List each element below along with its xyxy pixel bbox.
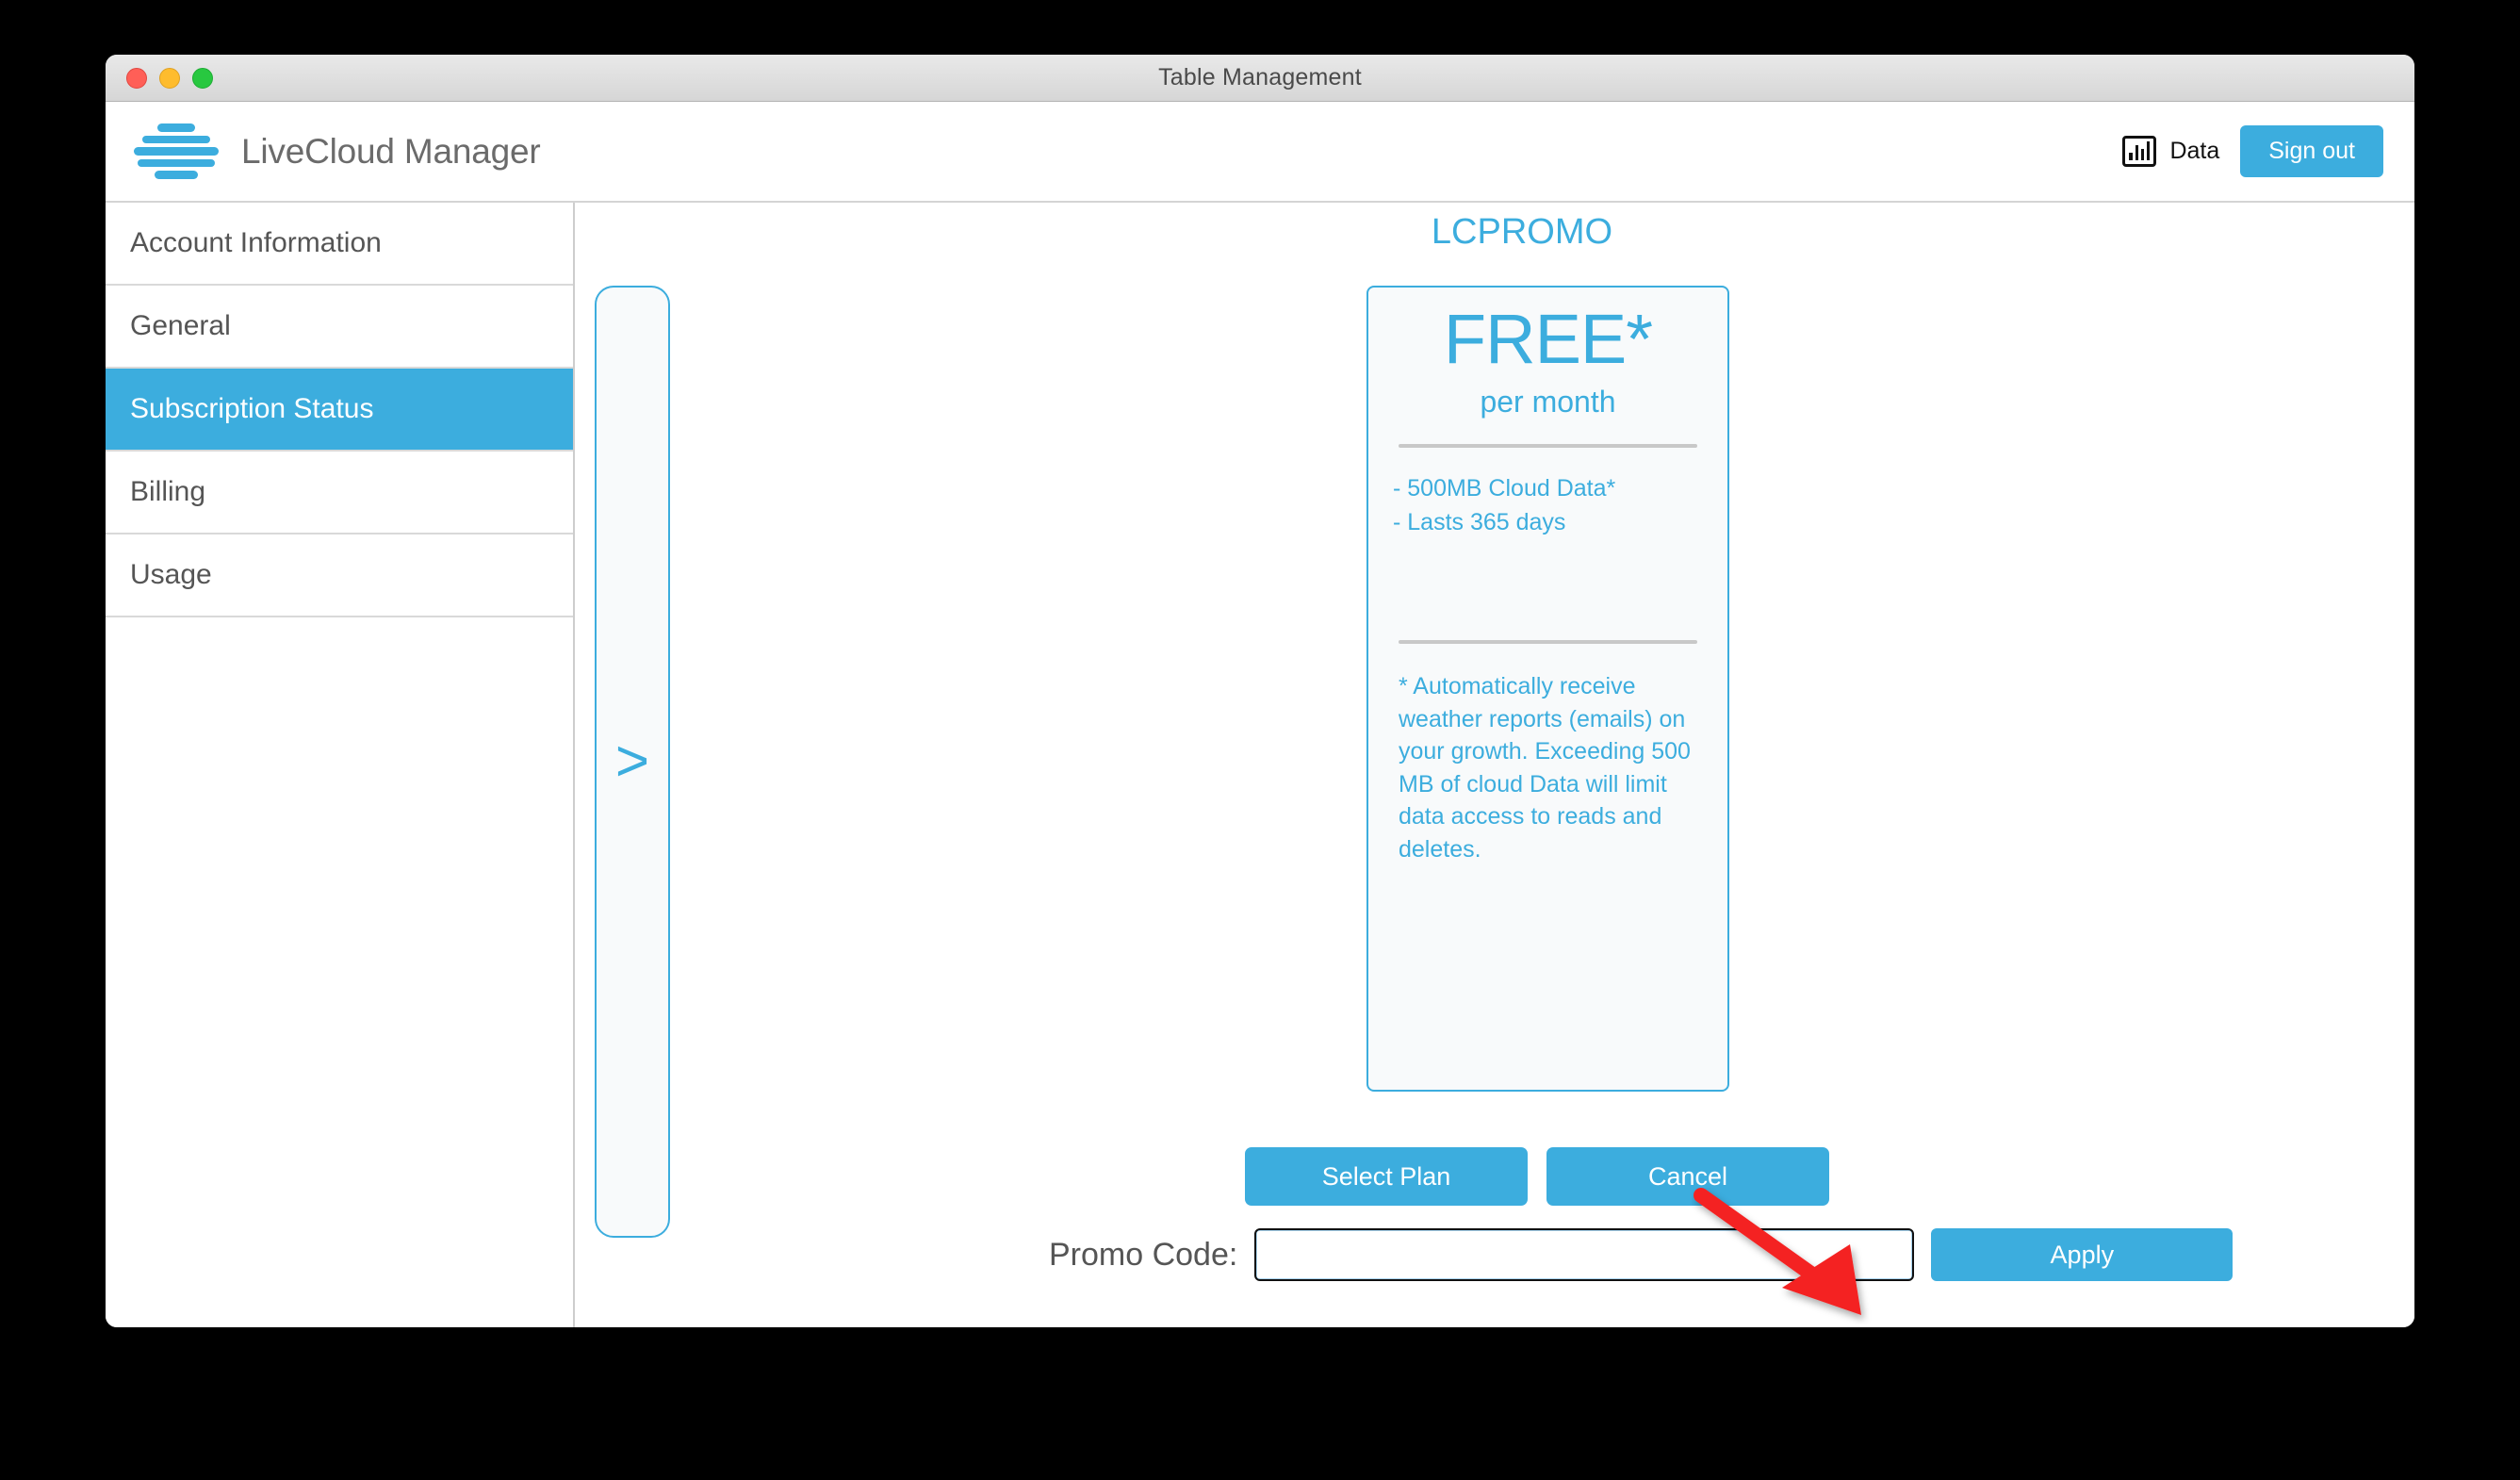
stacked-bars-logo-icon <box>134 123 219 179</box>
cancel-button[interactable]: Cancel <box>1546 1147 1829 1206</box>
header-actions: Data Sign out <box>2122 125 2383 177</box>
next-plan-button[interactable]: > <box>595 286 670 1238</box>
plan-feature: - Lasts 365 days <box>1393 508 1566 535</box>
plan-features: - 500MB Cloud Data* - Lasts 365 days <box>1393 472 1703 539</box>
plan-price: FREE* <box>1443 300 1653 378</box>
plan-feature: - 500MB Cloud Data* <box>1393 475 1616 502</box>
promo-code-input[interactable] <box>1253 1227 1916 1282</box>
app-header: LiveCloud Manager Data Sign out <box>106 102 2414 203</box>
card-divider-top <box>1399 444 1697 449</box>
maximize-icon[interactable] <box>192 68 213 89</box>
bar-chart-icon <box>2122 136 2157 167</box>
sidebar: Account Information General Subscription… <box>106 203 575 1327</box>
brand: LiveCloud Manager <box>134 123 541 179</box>
sign-out-button[interactable]: Sign out <box>2240 125 2383 177</box>
apply-promo-button[interactable]: Apply <box>1931 1228 2234 1281</box>
promo-code-label: Promo Code: <box>1049 1236 1238 1273</box>
plan-name: LCPROMO <box>1431 212 1613 252</box>
chevron-right-icon: > <box>614 729 650 794</box>
window-titlebar: Table Management <box>106 55 2414 102</box>
brand-name: LiveCloud Manager <box>241 131 541 171</box>
plan-card: FREE* per month - 500MB Cloud Data* - La… <box>1366 286 1729 1092</box>
minimize-icon[interactable] <box>159 68 180 89</box>
sidebar-item-account-information[interactable]: Account Information <box>106 203 573 286</box>
sidebar-item-subscription-status[interactable]: Subscription Status <box>106 369 573 452</box>
select-plan-button[interactable]: Select Plan <box>1245 1147 1528 1206</box>
sidebar-item-billing[interactable]: Billing <box>106 452 573 534</box>
plan-footnote: * Automatically receive weather reports … <box>1399 673 1691 863</box>
content-area: > LCPROMO FREE* per month - 500MB Cloud … <box>575 203 2414 1327</box>
promo-code-row: Promo Code: Apply <box>1049 1227 2234 1282</box>
data-link[interactable]: Data <box>2122 136 2219 167</box>
app-window: Table Management LiveCloud Manager Data … <box>106 55 2414 1327</box>
sidebar-item-general[interactable]: General <box>106 286 573 369</box>
plan-actions: Select Plan Cancel <box>1245 1147 1829 1206</box>
window-title: Table Management <box>1158 64 1362 90</box>
window-controls <box>126 55 213 102</box>
plan-period: per month <box>1480 385 1616 419</box>
card-divider-bottom <box>1399 640 1697 644</box>
close-icon[interactable] <box>126 68 147 89</box>
data-label: Data <box>2169 138 2220 164</box>
window-body: Account Information General Subscription… <box>106 203 2414 1327</box>
sidebar-item-usage[interactable]: Usage <box>106 534 573 617</box>
